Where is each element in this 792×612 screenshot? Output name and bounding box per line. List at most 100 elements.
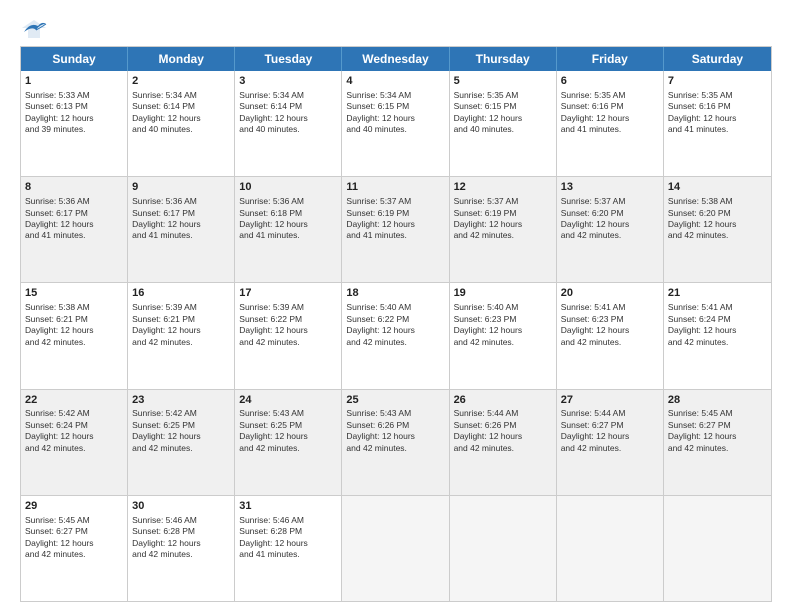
day-number: 23 — [132, 393, 230, 408]
calendar-day-21: 21Sunrise: 5:41 AMSunset: 6:24 PMDayligh… — [664, 283, 771, 388]
day-info: Sunset: 6:25 PM — [239, 420, 337, 431]
calendar-day-22: 22Sunrise: 5:42 AMSunset: 6:24 PMDayligh… — [21, 390, 128, 495]
calendar-day-18: 18Sunrise: 5:40 AMSunset: 6:22 PMDayligh… — [342, 283, 449, 388]
day-number: 18 — [346, 286, 444, 301]
day-info: and 42 minutes. — [132, 443, 230, 454]
calendar-day-1: 1Sunrise: 5:33 AMSunset: 6:13 PMDaylight… — [21, 71, 128, 176]
calendar-day-9: 9Sunrise: 5:36 AMSunset: 6:17 PMDaylight… — [128, 177, 235, 282]
day-info: Sunrise: 5:35 AM — [454, 90, 552, 101]
day-number: 30 — [132, 499, 230, 514]
day-number: 8 — [25, 180, 123, 195]
header-day-monday: Monday — [128, 47, 235, 71]
day-info: Sunrise: 5:45 AM — [25, 515, 123, 526]
calendar-week-1: 1Sunrise: 5:33 AMSunset: 6:13 PMDaylight… — [21, 71, 771, 176]
day-info: Daylight: 12 hours — [25, 113, 123, 124]
day-info: Sunrise: 5:44 AM — [454, 408, 552, 419]
day-info: Sunrise: 5:44 AM — [561, 408, 659, 419]
day-info: and 42 minutes. — [132, 337, 230, 348]
day-info: Sunset: 6:24 PM — [668, 314, 767, 325]
day-info: and 42 minutes. — [239, 337, 337, 348]
calendar-day-2: 2Sunrise: 5:34 AMSunset: 6:14 PMDaylight… — [128, 71, 235, 176]
day-info: Daylight: 12 hours — [132, 325, 230, 336]
day-number: 3 — [239, 74, 337, 89]
calendar-week-2: 8Sunrise: 5:36 AMSunset: 6:17 PMDaylight… — [21, 176, 771, 282]
day-info: Sunset: 6:23 PM — [454, 314, 552, 325]
day-info: Daylight: 12 hours — [454, 219, 552, 230]
day-info: Sunset: 6:26 PM — [346, 420, 444, 431]
day-info: Sunrise: 5:36 AM — [132, 196, 230, 207]
day-info: Sunset: 6:15 PM — [454, 101, 552, 112]
day-info: Sunrise: 5:42 AM — [25, 408, 123, 419]
day-number: 19 — [454, 286, 552, 301]
day-info: Sunrise: 5:42 AM — [132, 408, 230, 419]
day-info: Sunrise: 5:37 AM — [454, 196, 552, 207]
day-info: Sunset: 6:18 PM — [239, 208, 337, 219]
day-info: Daylight: 12 hours — [561, 113, 659, 124]
calendar-day-8: 8Sunrise: 5:36 AMSunset: 6:17 PMDaylight… — [21, 177, 128, 282]
header-day-friday: Friday — [557, 47, 664, 71]
calendar-header: SundayMondayTuesdayWednesdayThursdayFrid… — [21, 47, 771, 71]
day-info: and 41 minutes. — [346, 230, 444, 241]
empty-cell — [557, 496, 664, 601]
day-info: Daylight: 12 hours — [132, 538, 230, 549]
day-info: Sunset: 6:17 PM — [132, 208, 230, 219]
calendar-day-27: 27Sunrise: 5:44 AMSunset: 6:27 PMDayligh… — [557, 390, 664, 495]
day-number: 10 — [239, 180, 337, 195]
calendar-day-19: 19Sunrise: 5:40 AMSunset: 6:23 PMDayligh… — [450, 283, 557, 388]
day-info: Daylight: 12 hours — [561, 219, 659, 230]
day-info: and 42 minutes. — [454, 230, 552, 241]
calendar-day-3: 3Sunrise: 5:34 AMSunset: 6:14 PMDaylight… — [235, 71, 342, 176]
calendar-day-6: 6Sunrise: 5:35 AMSunset: 6:16 PMDaylight… — [557, 71, 664, 176]
calendar-day-12: 12Sunrise: 5:37 AMSunset: 6:19 PMDayligh… — [450, 177, 557, 282]
header — [20, 18, 772, 40]
calendar-day-4: 4Sunrise: 5:34 AMSunset: 6:15 PMDaylight… — [342, 71, 449, 176]
day-number: 1 — [25, 74, 123, 89]
day-info: Sunset: 6:26 PM — [454, 420, 552, 431]
day-info: Sunset: 6:23 PM — [561, 314, 659, 325]
day-info: Sunrise: 5:39 AM — [239, 302, 337, 313]
day-info: Sunrise: 5:36 AM — [25, 196, 123, 207]
header-day-sunday: Sunday — [21, 47, 128, 71]
calendar-day-25: 25Sunrise: 5:43 AMSunset: 6:26 PMDayligh… — [342, 390, 449, 495]
calendar: SundayMondayTuesdayWednesdayThursdayFrid… — [20, 46, 772, 602]
calendar-day-17: 17Sunrise: 5:39 AMSunset: 6:22 PMDayligh… — [235, 283, 342, 388]
day-info: Sunrise: 5:36 AM — [239, 196, 337, 207]
day-number: 21 — [668, 286, 767, 301]
day-info: and 41 minutes. — [132, 230, 230, 241]
day-info: Sunset: 6:27 PM — [25, 526, 123, 537]
calendar-day-26: 26Sunrise: 5:44 AMSunset: 6:26 PMDayligh… — [450, 390, 557, 495]
day-info: Daylight: 12 hours — [239, 219, 337, 230]
day-info: Sunrise: 5:46 AM — [132, 515, 230, 526]
day-info: and 40 minutes. — [454, 124, 552, 135]
day-info: Sunrise: 5:34 AM — [239, 90, 337, 101]
day-number: 26 — [454, 393, 552, 408]
calendar-day-20: 20Sunrise: 5:41 AMSunset: 6:23 PMDayligh… — [557, 283, 664, 388]
day-info: Sunrise: 5:43 AM — [346, 408, 444, 419]
empty-cell — [450, 496, 557, 601]
day-info: Sunset: 6:15 PM — [346, 101, 444, 112]
calendar-day-14: 14Sunrise: 5:38 AMSunset: 6:20 PMDayligh… — [664, 177, 771, 282]
calendar-day-30: 30Sunrise: 5:46 AMSunset: 6:28 PMDayligh… — [128, 496, 235, 601]
day-info: Sunset: 6:14 PM — [239, 101, 337, 112]
day-info: Sunrise: 5:43 AM — [239, 408, 337, 419]
header-day-wednesday: Wednesday — [342, 47, 449, 71]
day-number: 31 — [239, 499, 337, 514]
day-info: and 42 minutes. — [454, 443, 552, 454]
day-number: 14 — [668, 180, 767, 195]
day-info: Daylight: 12 hours — [239, 431, 337, 442]
day-number: 27 — [561, 393, 659, 408]
day-info: Sunrise: 5:37 AM — [561, 196, 659, 207]
day-info: Sunrise: 5:35 AM — [561, 90, 659, 101]
calendar-day-23: 23Sunrise: 5:42 AMSunset: 6:25 PMDayligh… — [128, 390, 235, 495]
day-info: Daylight: 12 hours — [25, 325, 123, 336]
day-info: and 42 minutes. — [561, 443, 659, 454]
calendar-body: 1Sunrise: 5:33 AMSunset: 6:13 PMDaylight… — [21, 71, 771, 601]
calendar-day-28: 28Sunrise: 5:45 AMSunset: 6:27 PMDayligh… — [664, 390, 771, 495]
day-number: 9 — [132, 180, 230, 195]
day-info: Sunrise: 5:45 AM — [668, 408, 767, 419]
day-info: Sunset: 6:16 PM — [668, 101, 767, 112]
day-info: Daylight: 12 hours — [132, 219, 230, 230]
logo — [20, 18, 52, 40]
day-info: and 40 minutes. — [239, 124, 337, 135]
day-info: Daylight: 12 hours — [239, 113, 337, 124]
